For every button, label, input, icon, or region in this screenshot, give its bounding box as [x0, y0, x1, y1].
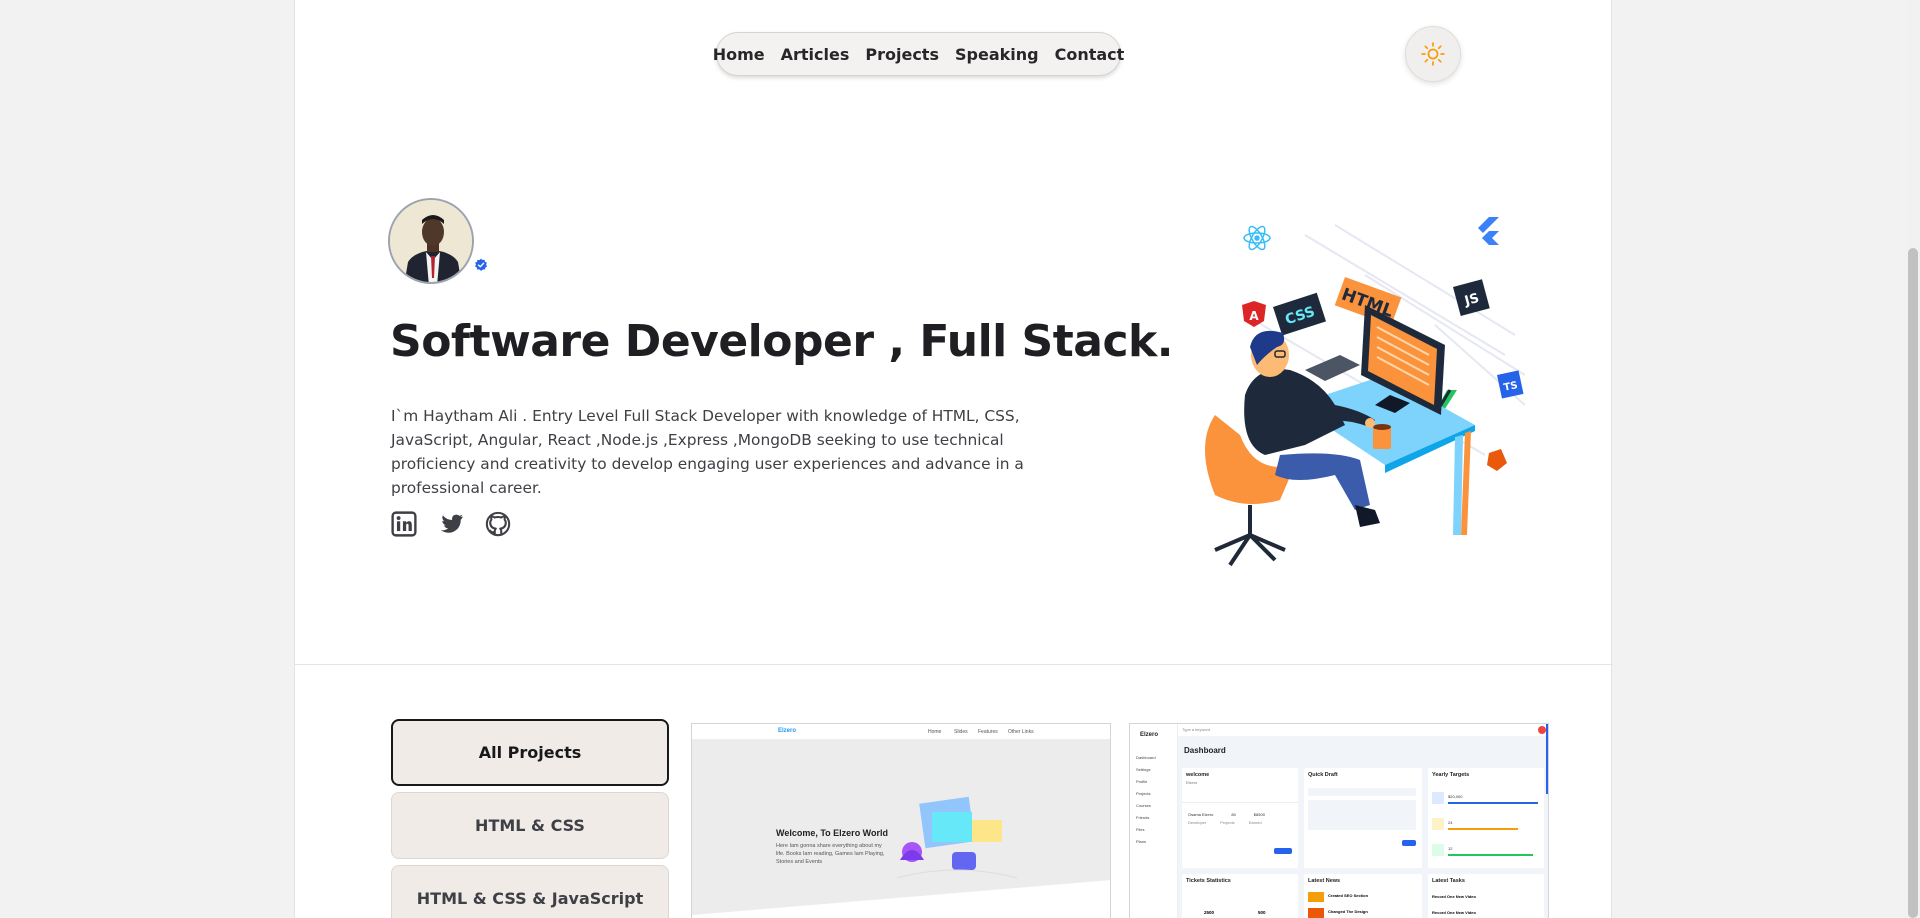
thumb-sidebar-item: Plans [1136, 839, 1147, 844]
thumb-nav-item: Home [928, 729, 942, 735]
hero-title: Software Developer , Full Stack. [390, 316, 1174, 367]
thumb-search: Type a keyword [1182, 727, 1211, 732]
profile-avatar-wrap [388, 198, 488, 284]
nav-projects[interactable]: Projects [865, 45, 939, 64]
svg-text:A: A [1249, 309, 1259, 323]
thumb-stat-label: Projects [1220, 820, 1235, 825]
thumb-illustration [896, 796, 1018, 879]
thumb-card-heading: Quick Draft [1308, 772, 1338, 778]
flutter-icon [1478, 217, 1499, 245]
thumb-news-item: Changed The Design [1328, 909, 1368, 914]
thumb-brand: Elzero [778, 728, 797, 734]
developer-illustration: HTML JS CSS A TS [1185, 205, 1526, 575]
section-divider [295, 664, 1613, 665]
page-scrollbar[interactable] [1906, 0, 1920, 918]
nav-contact[interactable]: Contact [1055, 45, 1125, 64]
thumb-sidebar-item: Courses [1136, 803, 1151, 808]
thumb-news-item: Created SEO Section [1328, 893, 1369, 898]
thumb-sidebar-item: Files [1136, 827, 1145, 832]
hero-description: I`m Haytham Ali . Entry Level Full Stack… [391, 407, 1024, 497]
thumb-nav-item: Features [978, 729, 998, 735]
thumb-stat: Osama Elzero [1188, 812, 1214, 817]
thumb-stat-label: Earned [1248, 820, 1262, 825]
thumb-sidebar-item: Projects [1136, 791, 1151, 796]
react-icon [1243, 225, 1271, 251]
project-card-elzero-template[interactable]: Elzero Home Slides Features Other Links … [691, 723, 1111, 918]
thumb-card-heading: welcome [1186, 772, 1210, 778]
project-card-dashboard[interactable]: Elzero Dashboard Settings Profile Projec… [1129, 723, 1549, 918]
thumb-target-value: $20,000 [1448, 794, 1463, 799]
thumb-card-heading: Latest Tasks [1432, 878, 1465, 884]
page-container: Home Articles Projects Speaking Contact [294, 0, 1613, 918]
thumb-card-heading: Tickets Statistics [1186, 878, 1231, 884]
thumb-brand: Elzero [1140, 732, 1159, 738]
thumb-hero: Welcome, To Elzero World Here Iam gonna … [692, 740, 1110, 918]
social-links [391, 511, 511, 537]
thumb-sidebar-item: Profile [1136, 779, 1148, 784]
thumb-card-heading: Latest News [1308, 878, 1341, 884]
main-nav: Home Articles Projects Speaking Contact [713, 32, 1124, 76]
thumb-welcome-card: welcome Elzero Osama Elzero 80 $8500 Dev… [1182, 768, 1298, 868]
gitlab-icon [1487, 449, 1507, 471]
thumb-target-value: 12 [1448, 846, 1453, 851]
thumb-card-sub: Elzero [1186, 780, 1198, 785]
thumb-tasks-card: Latest Tasks Record One New Video Record… [1428, 874, 1544, 918]
scrollbar-thumb[interactable] [1908, 248, 1918, 918]
thumb-stat: 80 [1231, 812, 1236, 817]
thumb-stat-label: Developer [1188, 820, 1207, 825]
thumb-navbar: Elzero Home Slides Features Other Links [692, 724, 1110, 740]
thumb-quick-draft-card: Quick Draft [1304, 768, 1422, 868]
thumb-stat: $8500 [1253, 812, 1265, 817]
thumb-ticket-value: 2500 [1204, 910, 1215, 915]
twitter-icon[interactable] [438, 511, 464, 537]
nav-articles[interactable]: Articles [781, 45, 850, 64]
nav-home[interactable]: Home [713, 45, 765, 64]
thumb-task-item: Record One New Video [1432, 894, 1476, 899]
filter-all-projects[interactable]: All Projects [391, 719, 669, 786]
theme-toggle-button[interactable] [1405, 26, 1461, 82]
thumb-target-value: 24 [1448, 820, 1453, 825]
filter-html-css[interactable]: HTML & CSS [391, 792, 669, 859]
filter-html-css-js[interactable]: HTML & CSS & JavaScript [391, 865, 669, 918]
thumb-news-card: Latest News Created SEO Section Changed … [1304, 874, 1422, 918]
thumb-dashboard-main: Type a keyword Dashboard welcome Elzero … [1178, 724, 1548, 918]
thumb-nav-item: Other Links [1008, 729, 1034, 735]
thumb-sidebar-item: Settings [1136, 767, 1151, 772]
thumb-text: Here Iam gonna share everything about my… [776, 843, 885, 865]
thumb-tickets-card: Tickets Statistics 2500 500 [1182, 874, 1298, 918]
linkedin-icon[interactable] [391, 511, 417, 537]
github-icon[interactable] [485, 511, 511, 537]
nav-speaking[interactable]: Speaking [955, 45, 1039, 64]
sun-icon [1421, 42, 1445, 66]
thumb-heading: Welcome, To Elzero World [776, 828, 889, 838]
thumb-card-heading: Yearly Targets [1432, 772, 1470, 778]
thumb-ticket-value: 500 [1258, 910, 1266, 915]
thumb-yearly-targets-card: Yearly Targets $20,000 24 12 [1428, 768, 1544, 868]
thumb-sidebar: Elzero Dashboard Settings Profile Projec… [1130, 724, 1178, 918]
thumb-sidebar-item: Friends [1136, 815, 1150, 820]
thumb-dashboard-title: Dashboard [1184, 746, 1226, 755]
avatar [388, 198, 474, 284]
thumb-nav-item: Slides [954, 729, 968, 735]
thumb-task-item: Record One New Video [1432, 910, 1476, 915]
verified-badge-icon [475, 258, 488, 271]
thumb-sidebar-item: Dashboard [1136, 755, 1156, 760]
